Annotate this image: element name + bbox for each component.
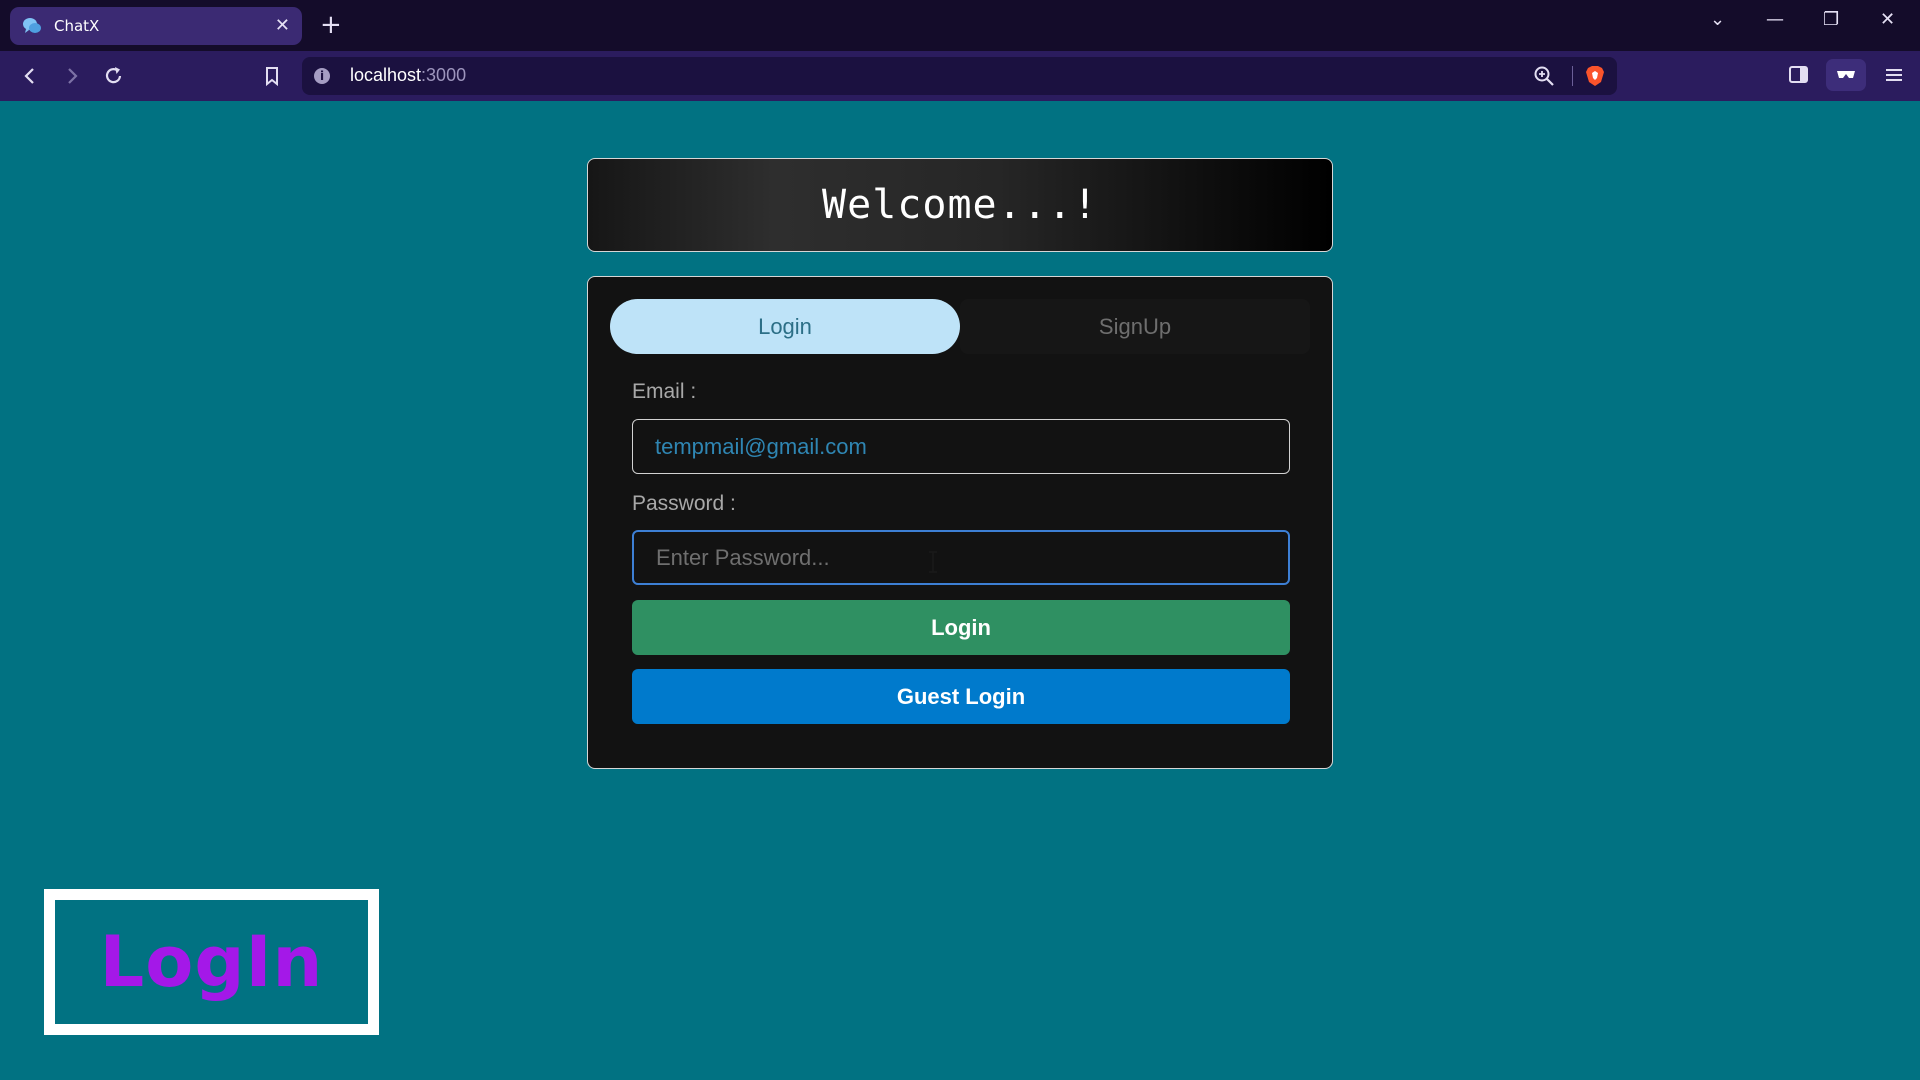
overlay-caption: LogIn (99, 921, 324, 1003)
wallet-icon (1837, 71, 1855, 78)
welcome-banner: Welcome...! (587, 158, 1333, 252)
browser-toolbar: i localhost:3000 (0, 51, 1920, 101)
new-tab-button[interactable]: + (320, 12, 342, 38)
forward-icon[interactable] (62, 62, 82, 90)
welcome-title: Welcome...! (822, 182, 1098, 228)
auth-tabs: Login SignUp (610, 299, 1310, 354)
brave-shield-icon[interactable] (1585, 65, 1605, 87)
email-label: Email : (632, 380, 697, 403)
password-label: Password : (632, 492, 736, 515)
guest-login-button[interactable]: Guest Login (632, 669, 1290, 724)
back-icon[interactable] (20, 62, 40, 90)
tab-login[interactable]: Login (610, 299, 960, 354)
browser-tab-chatx[interactable]: ChatX ✕ (10, 7, 302, 45)
tab-signup[interactable]: SignUp (960, 299, 1310, 354)
auth-card: Login SignUp Email : Password : Login Gu… (587, 276, 1333, 769)
url-text[interactable]: localhost:3000 (350, 65, 466, 86)
url-host: localhost (350, 65, 422, 85)
restore-button[interactable]: ❐ (1823, 8, 1839, 32)
reload-icon[interactable] (102, 62, 126, 90)
chat-favicon-icon (23, 18, 41, 33)
password-field[interactable] (632, 530, 1290, 585)
wallet-button[interactable] (1826, 59, 1866, 91)
tab-title: ChatX (54, 17, 100, 35)
login-button[interactable]: Login (632, 600, 1290, 655)
url-port: :3000 (421, 65, 467, 85)
address-bar[interactable]: i localhost:3000 (302, 57, 1617, 95)
url-separator (1572, 66, 1573, 86)
minimize-button[interactable]: — (1766, 8, 1784, 32)
browser-tab-strip: ChatX ✕ + ⌄ — ❐ ✕ (0, 0, 1920, 51)
email-field[interactable] (632, 419, 1290, 474)
bookmark-icon[interactable] (262, 62, 282, 90)
caption-overlay: LogIn (44, 889, 379, 1035)
site-info-icon[interactable]: i (314, 68, 330, 84)
menu-icon[interactable] (1883, 64, 1905, 86)
tab-close-icon[interactable]: ✕ (275, 17, 290, 35)
tab-search-dropdown-icon[interactable]: ⌄ (1710, 8, 1725, 32)
sidebar-toggle-icon[interactable] (1788, 64, 1810, 86)
text-cursor-icon (929, 551, 937, 573)
zoom-icon[interactable] (1533, 65, 1555, 87)
close-window-button[interactable]: ✕ (1880, 8, 1895, 32)
